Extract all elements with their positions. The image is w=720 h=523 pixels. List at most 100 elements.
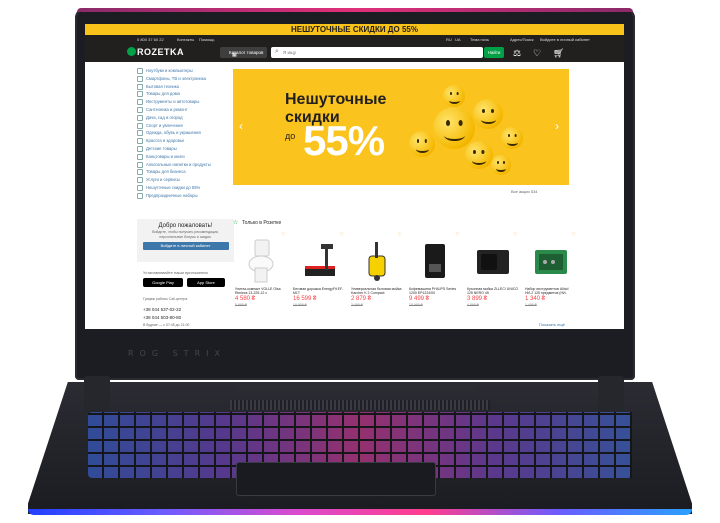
site-header: ROZETKA ▦ Каталог товаров ⌕ Найти ⚖ ♡ 🛒︎: [85, 43, 624, 62]
phone-2[interactable]: +38 044 503-80-80: [143, 315, 181, 320]
sidebar-item-gift-sets[interactable]: Предпраздничные наборы: [137, 192, 237, 201]
product-price: 9 499 ₴: [409, 296, 430, 302]
search-button[interactable]: Найти: [484, 47, 504, 58]
category-icon: [137, 138, 143, 145]
schedule-text: В будние — с 07:45 до 21:00: [143, 323, 190, 327]
cart-icon[interactable]: 🛒︎: [553, 48, 564, 59]
sidebar-item-business[interactable]: Товары для бизнеса›: [137, 169, 237, 177]
banner-discount: 55%: [303, 117, 385, 164]
sidebar-item-food[interactable]: Алкогольные напитки и продукты›: [137, 161, 237, 170]
promo-text: НЕШУТОЧНЫЕ СКИДКИ ДО 55%: [291, 25, 418, 34]
sidebar-item-beauty[interactable]: Красота и здоровье›: [137, 138, 237, 146]
product-price: 3 899 ₴: [467, 296, 488, 302]
sidebar-item-plumbing[interactable]: Сантехника и ремонт›: [137, 106, 237, 115]
heart-icon[interactable]: ♡: [456, 232, 460, 238]
product-price: 16 599 ₴: [293, 296, 317, 302]
night-mode-toggle[interactable]: Тема ночь: [470, 37, 489, 42]
heart-icon[interactable]: ♡: [514, 232, 518, 238]
contacts-link[interactable]: Контакты: [177, 37, 194, 42]
category-icon: [137, 130, 143, 137]
sidebar-item-tools[interactable]: Инструменты и автотовары›: [137, 99, 237, 107]
product-card[interactable]: ♡ Беговая дорожка EnergyFit EF-M1T 16 59…: [291, 230, 347, 325]
login-top-link[interactable]: Войдите в личный кабинет: [540, 37, 590, 42]
product-name[interactable]: Кофемашина PHILIPS Series 1200 EP1224/00: [409, 287, 461, 295]
catalog-button[interactable]: ▦ Каталог товаров: [220, 47, 267, 58]
help-link[interactable]: Помощь: [199, 37, 214, 42]
lang-ru[interactable]: RU: [446, 37, 452, 42]
product-card[interactable]: ♡ Набор инструментов Alloid НИ-2 125 пре…: [523, 230, 579, 325]
app-store-badge[interactable]: App Store: [187, 278, 225, 287]
welcome-box: Добро пожаловать! Войдите, чтобы получат…: [137, 219, 234, 262]
compare-icon[interactable]: ⚖: [513, 48, 521, 59]
heart-icon[interactable]: ♡: [572, 232, 576, 238]
category-icon: [137, 177, 143, 184]
product-old-price: 1 499 ₴: [525, 303, 537, 307]
sidebar-item-sport[interactable]: Спорт и увлечения›: [137, 122, 237, 131]
emoji-smile-icon: [433, 107, 475, 149]
sidebar-item-services[interactable]: Услуги и сервисы›: [137, 177, 237, 185]
emoji-smile-icon: [473, 99, 503, 129]
category-icon: [137, 145, 143, 152]
google-play-badge[interactable]: Google Play: [143, 278, 183, 287]
product-name[interactable]: Кухонная мойка ZLLECI UNICO 125 NERO 45: [467, 287, 519, 295]
product-name[interactable]: Универсальная бытовая мойка Karcher K 2 …: [351, 287, 403, 295]
category-icon: [137, 153, 143, 160]
apps-title: Устанавливайте наши приложения: [143, 270, 208, 275]
product-image: [535, 250, 567, 274]
sidebar-item-clothing[interactable]: Одежда, обувь и украшения›: [137, 130, 237, 138]
login-button[interactable]: Войдите в личный кабинет: [142, 242, 229, 250]
heart-icon[interactable]: ♡: [340, 232, 344, 238]
product-name[interactable]: Унитаз-компакт VOLLE Olsa Rimless 13-225…: [235, 287, 287, 295]
product-card[interactable]: ♡ Кофемашина PHILIPS Series 1200 EP1224/…: [407, 230, 463, 325]
product-card[interactable]: ♡ Унитаз-компакт VOLLE Olsa Rimless 13-2…: [233, 230, 289, 325]
product-card[interactable]: ♡ Кухонная мойка ZLLECI UNICO 125 NERO 4…: [465, 230, 521, 325]
product-card[interactable]: ♡ Универсальная бытовая мойка Karcher K …: [349, 230, 405, 325]
section-title: Только в Розетке: [242, 220, 282, 226]
search-input[interactable]: [283, 48, 463, 57]
category-icon: [137, 114, 143, 121]
product-name[interactable]: Набор инструментов Alloid НИ-2 125 предм…: [525, 287, 577, 295]
promo-banner[interactable]: Нешуточные скидки до 55% ‹ ›: [233, 69, 569, 185]
phone-link[interactable]: 0 800 37 60 22: [137, 37, 164, 42]
star-icon: ☆: [233, 220, 239, 226]
category-icon: [137, 75, 143, 82]
sidebar-item-books[interactable]: Канцтовары и книги›: [137, 153, 237, 162]
sidebar-item-home[interactable]: Товары для дома›: [137, 91, 237, 99]
express-link[interactable]: Адрес/Поиск: [510, 37, 534, 42]
welcome-title: Добро пожаловать!: [158, 223, 213, 229]
banner-prefix: до: [285, 131, 296, 141]
category-icon: [137, 106, 143, 113]
product-name[interactable]: Беговая дорожка EnergyFit EF-M1T: [293, 287, 345, 295]
emoji-smile-icon: [409, 131, 435, 157]
sidebar-item-smartphones[interactable]: Смартфоны, ТВ и электроника›: [137, 75, 237, 84]
all-promotions-link[interactable]: Все акции 534: [511, 189, 538, 194]
rgb-light-strip: [28, 509, 692, 515]
product-price: 4 580 ₴: [235, 296, 256, 302]
sidebar-item-kids[interactable]: Детские товары›: [137, 145, 237, 154]
category-icon: [137, 91, 143, 98]
show-more-link[interactable]: Показать ещё: [539, 322, 565, 327]
laptop-photo: ROG STRIX НЕШУТОЧНЫЕ СКИДКИ ДО 55% 0 800…: [0, 0, 720, 523]
hinge-right: [598, 376, 624, 412]
product-old-price: 5 999 ₴: [235, 303, 247, 307]
sidebar-item-garden[interactable]: Дача, сад и огород›: [137, 114, 237, 123]
heart-icon[interactable]: ♡: [533, 48, 541, 59]
emoji-smile-icon: [501, 127, 523, 149]
product-old-price: 3 499 ₴: [351, 303, 363, 307]
sidebar-item-discounts[interactable]: Нешуточные скидки до 55%: [137, 184, 237, 193]
touchpad: [236, 462, 436, 496]
emoji-smile-icon: [491, 155, 511, 175]
promo-bar[interactable]: НЕШУТОЧНЫЕ СКИДКИ ДО 55%: [85, 24, 624, 35]
phone-1[interactable]: +38 044 537-02-22: [143, 307, 181, 312]
lang-ua[interactable]: UA: [455, 37, 461, 42]
heart-icon[interactable]: ♡: [398, 232, 402, 238]
category-icon: [137, 192, 143, 199]
site-logo[interactable]: ROZETKA: [137, 47, 184, 57]
emoji-smile-icon: [465, 141, 493, 169]
chevron-right-icon[interactable]: ›: [555, 119, 559, 133]
lid-rgb-glow: [77, 8, 633, 12]
sidebar-item-laptops[interactable]: Ноутбуки и компьютеры›: [137, 68, 237, 76]
chevron-left-icon[interactable]: ‹: [239, 119, 243, 133]
heart-icon[interactable]: ♡: [282, 232, 286, 238]
sidebar-item-appliances[interactable]: Бытовая техника›: [137, 83, 237, 92]
